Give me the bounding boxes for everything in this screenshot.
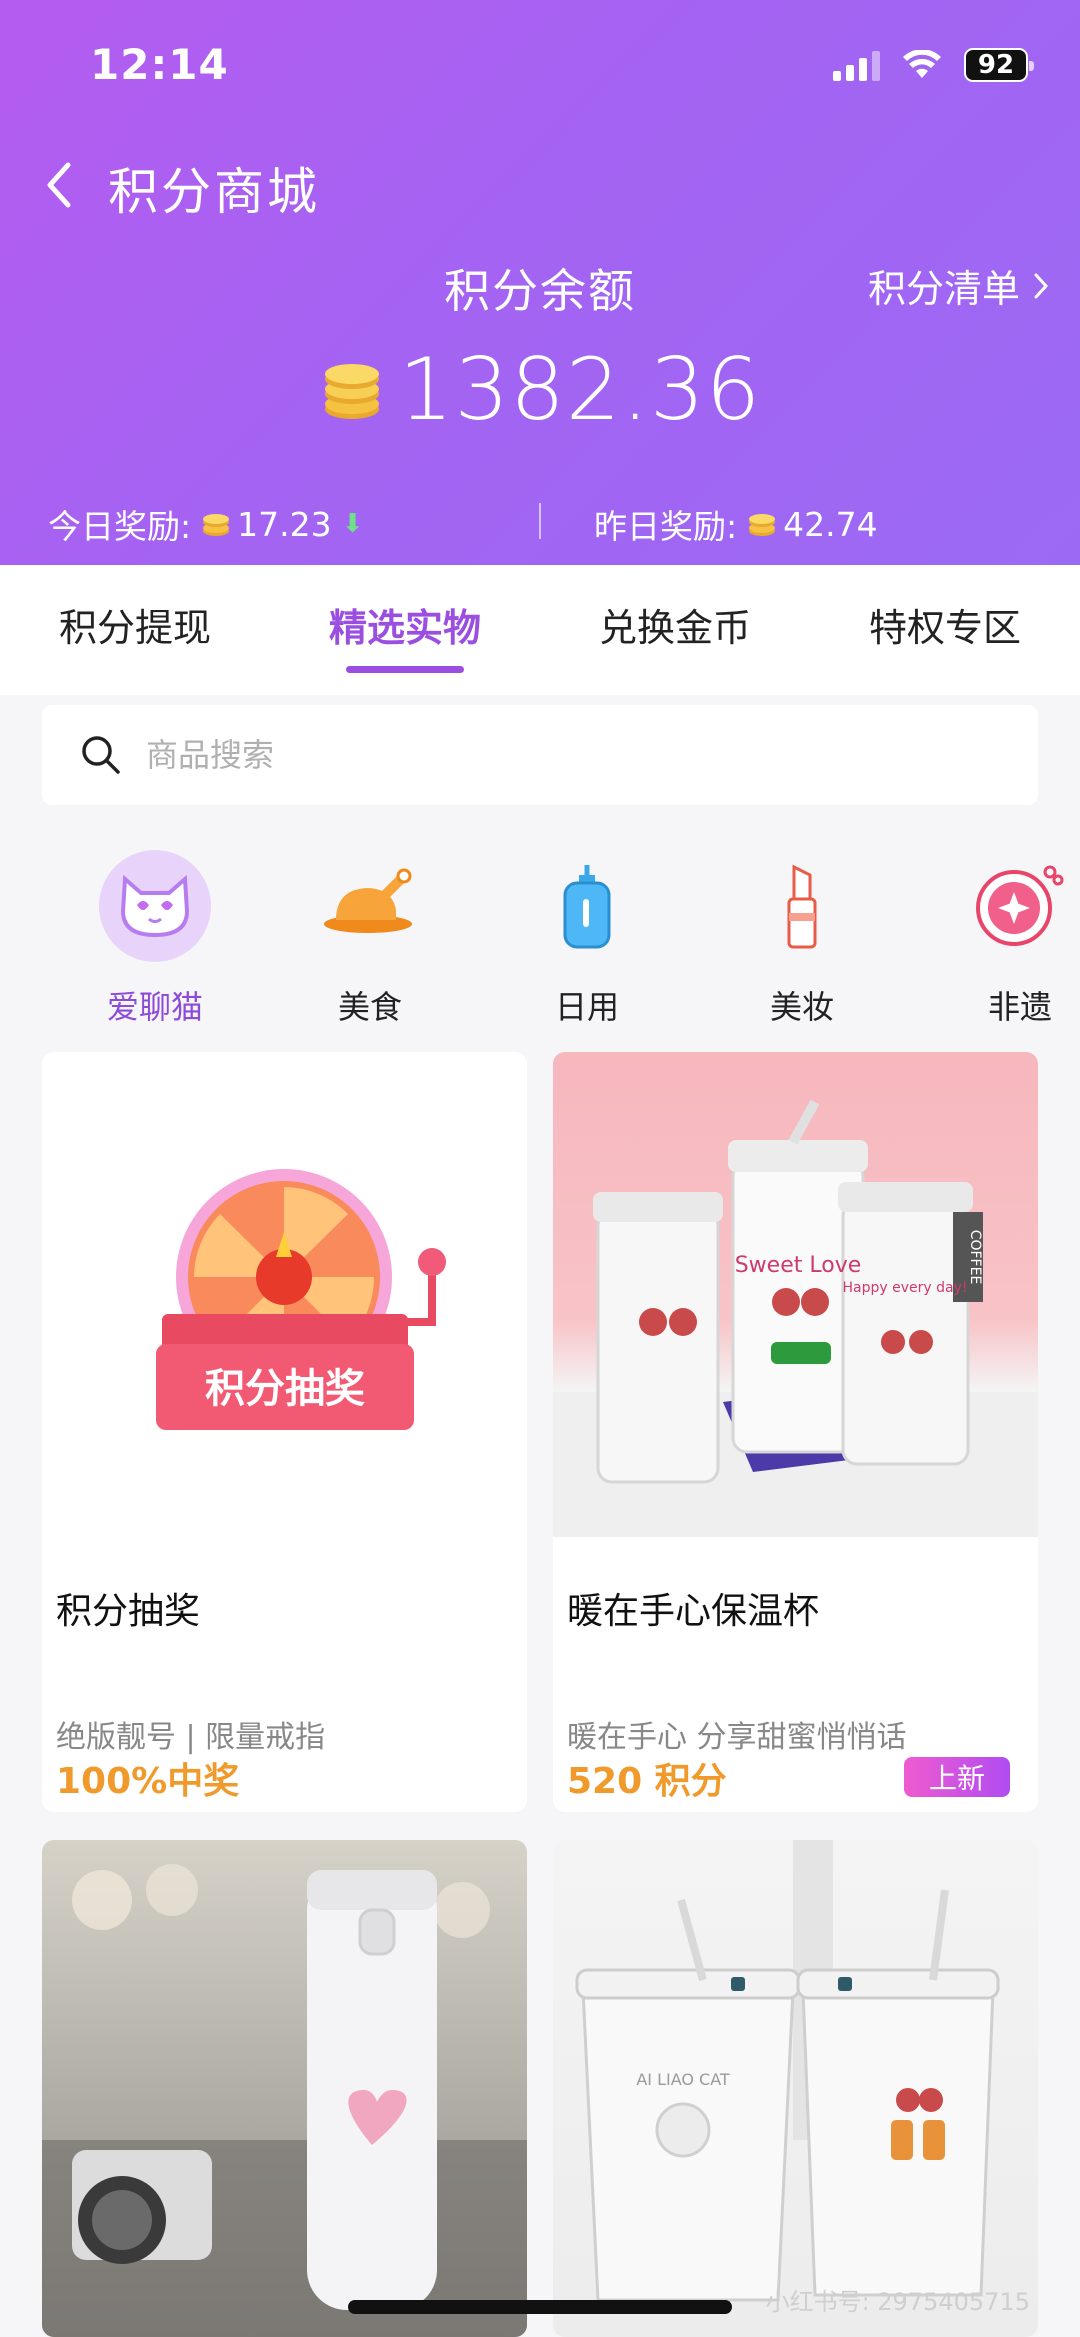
today-reward: 今日奖励: 17.23 ⬇ [48, 500, 363, 548]
product-title: 暖在手心保温杯 [567, 1591, 820, 1632]
thermos-cups-image: Sweet Love Happy every day! COFFEE [553, 1099, 1038, 1537]
today-reward-value: 17.23 [237, 504, 332, 544]
category-label: 美食 [337, 988, 402, 1026]
points-ledger-link[interactable]: 积分清单 [868, 258, 1050, 313]
cat-icon-wrap [531, 850, 643, 962]
home-indicator[interactable] [348, 2300, 732, 2314]
tab-exchange-coins[interactable]: 兑换金币 [540, 565, 810, 695]
category-label: 美妆 [769, 988, 834, 1026]
product-title: 积分抽奖 [56, 1591, 201, 1632]
status-icons: 92 [833, 48, 1034, 82]
product-card-slim-thermos[interactable] [42, 1840, 527, 2337]
cat-icon-wrap [99, 850, 211, 962]
tab-privileges[interactable]: 特权专区 [810, 565, 1080, 695]
prize-wheel-icon: 积分抽奖 [156, 1169, 446, 1430]
chevron-right-icon [1034, 273, 1049, 298]
yesterday-reward-label: 昨日奖励: [594, 507, 738, 546]
cat-icon [120, 874, 190, 938]
lipstick-icon [787, 864, 817, 949]
product-image: 积分抽奖 [42, 1052, 527, 1537]
category-label: 日用 [554, 988, 619, 1026]
glass-cups-image: AI LIAO CAT [575, 1840, 1000, 2302]
category-label: 爱聊猫 [106, 988, 203, 1026]
tab-featured-goods[interactable]: 精选实物 [270, 565, 540, 695]
product-price: 100%中奖 [56, 1761, 240, 1802]
category-heritage[interactable]: 非遗 [940, 850, 1080, 1028]
battery-icon: 92 [964, 48, 1034, 82]
today-reward-label: 今日奖励: [48, 507, 192, 546]
tab-withdraw[interactable]: 积分提现 [0, 565, 270, 695]
product-subtitle: 暖在手心 分享甜蜜悄悄话 [567, 1720, 907, 1755]
status-time: 12:14 [90, 40, 229, 89]
coin-icon [203, 514, 230, 536]
product-card-lottery[interactable]: 积分抽奖 积分抽奖 绝版靓号 | 限量戒指 100%中奖 [42, 1052, 527, 1812]
back-icon[interactable] [40, 155, 80, 215]
category-food[interactable]: 美食 [290, 850, 450, 1028]
down-arrow-icon: ⬇ [341, 509, 364, 539]
cup-print-text: COFFEE [967, 1230, 983, 1285]
cat-icon-wrap [964, 850, 1076, 962]
coin-stack-icon [324, 364, 379, 419]
product-subtitle: 绝版靓号 | 限量戒指 [56, 1720, 326, 1755]
category-beauty[interactable]: 美妆 [722, 850, 882, 1028]
product-card-thermos[interactable]: Sweet Love Happy every day! COFFEE 暖在手心保… [553, 1052, 1038, 1812]
new-badge: 上新 [904, 1757, 1010, 1797]
yesterday-reward-value: 42.74 [783, 504, 878, 544]
points-ledger-label: 积分清单 [867, 267, 1020, 311]
heritage-icon [976, 865, 1064, 946]
search-icon [82, 736, 120, 774]
divider [539, 503, 541, 539]
cat-icon-wrap [746, 850, 858, 962]
watermark: 小红书号: 2975405715 [765, 2288, 1030, 2316]
cup-print-text: Happy every day! [843, 1280, 968, 1296]
header: 12:14 92 积分商城 积分余额 积分清单 1382.36 今日奖励: 17… [0, 0, 1080, 565]
coin-icon [749, 514, 776, 536]
category-label: 非遗 [987, 988, 1052, 1026]
cup-print-text: Sweet Love [735, 1253, 862, 1278]
category-row: 爱聊猫 美食 日用 美妆 非遗 [0, 850, 1080, 1030]
category-ailiaomao[interactable]: 爱聊猫 [75, 850, 235, 1028]
product-image: Sweet Love Happy every day! COFFEE [553, 1052, 1038, 1537]
product-price: 520 积分 [567, 1761, 727, 1802]
category-daily[interactable]: 日用 [507, 850, 667, 1028]
roast-chicken-icon [324, 868, 412, 933]
lottery-banner-text: 积分抽奖 [205, 1366, 365, 1412]
slim-thermos-image [42, 1864, 527, 2337]
product-card-glass-cups[interactable]: AI LIAO CAT 小红书号: 2975405715 [553, 1840, 1038, 2337]
page-title: 积分商城 [108, 163, 320, 221]
signal-icon [833, 49, 880, 81]
cup-print-text: AI LIAO CAT [636, 2070, 730, 2089]
yesterday-reward: 昨日奖励: 42.74 [594, 500, 878, 548]
balance-value: 1382.36 [398, 340, 762, 440]
search-input[interactable] [146, 736, 946, 774]
wifi-icon [903, 50, 941, 78]
product-image: AI LIAO CAT [553, 1840, 1038, 2337]
product-image [42, 1840, 527, 2337]
balance-row: 1382.36 [0, 340, 1080, 440]
cat-icon-wrap [314, 850, 426, 962]
tab-bar: 积分提现 精选实物 兑换金币 特权专区 [0, 565, 1080, 695]
search-bar[interactable] [42, 705, 1038, 805]
bottle-icon [563, 865, 611, 949]
